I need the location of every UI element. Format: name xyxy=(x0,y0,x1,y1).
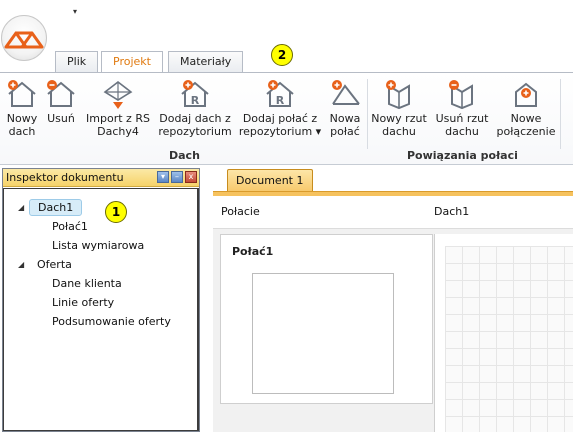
tree-node-polac1[interactable]: Połać1 xyxy=(52,220,88,233)
delete-roof-label: Usuń xyxy=(47,112,75,125)
new-slope-icon xyxy=(332,80,360,105)
document-tab[interactable]: Document 1 xyxy=(227,169,313,192)
drawing-canvas[interactable] xyxy=(434,234,573,432)
quick-access-dropdown[interactable]: ▾ xyxy=(73,7,77,16)
new-connection-button[interactable]: Nowe połączenie xyxy=(494,78,558,138)
tab-plik[interactable]: Plik xyxy=(55,51,99,73)
document-tree: ◢ Dach1 Połać1 Lista wymiarowa ◢ Oferta … xyxy=(3,188,199,431)
slope-preview[interactable] xyxy=(252,273,394,394)
inspector-title-bar: Inspektor dokumentu ▾ – x xyxy=(3,169,199,187)
new-roof-projection-label: Nowy rzut dachu xyxy=(371,112,427,138)
new-roof-label: Nowy dach xyxy=(6,112,38,138)
tree-node-linie-oferty[interactable]: Linie oferty xyxy=(52,296,114,309)
expand-dach1-icon[interactable]: ◢ xyxy=(18,203,24,212)
import-rs-button[interactable]: Import z RS Dachy4 xyxy=(82,78,154,138)
repository-roof-icon: R xyxy=(181,80,209,107)
house-remove-icon xyxy=(47,80,75,107)
svg-text:R: R xyxy=(276,94,285,107)
new-slope-button[interactable]: Nowa połać xyxy=(326,78,364,138)
new-projection-icon xyxy=(386,80,410,110)
inspector-dropdown-button[interactable]: ▾ xyxy=(157,171,169,183)
ribbon: Nowy dach Usuń Import z RS Dachy4 R Doda… xyxy=(0,72,573,165)
expand-oferta-icon[interactable]: ◢ xyxy=(18,260,24,269)
callout-1: 1 xyxy=(105,201,127,223)
add-slope-from-repository-label: Dodaj połać z repozytorium ▾ xyxy=(238,112,322,138)
tab-projekt[interactable]: Projekt xyxy=(101,51,163,74)
tree-node-dach1[interactable]: Dach1 xyxy=(29,199,83,216)
inspector-title: Inspektor dokumentu xyxy=(6,171,124,184)
add-slope-from-repository-button[interactable]: R Dodaj połać z repozytorium ▾ xyxy=(236,78,324,138)
new-connection-label: Nowe połączenie xyxy=(496,112,556,138)
delete-roof-button[interactable]: Usuń xyxy=(43,78,79,125)
tree-node-dane-klienta[interactable]: Dane klienta xyxy=(52,277,122,290)
ribbon-group-powiazania: Powiązania połaci xyxy=(407,149,518,162)
slopes-label: Połacie xyxy=(221,205,260,218)
slope-panel[interactable]: Połać1 xyxy=(220,234,433,404)
import-icon xyxy=(103,80,133,109)
slope-panel-title: Połać1 xyxy=(232,245,274,258)
new-connection-icon xyxy=(515,82,537,107)
tree-node-podsumowanie-oferty[interactable]: Podsumowanie oferty xyxy=(52,315,171,328)
delete-roof-projection-label: Usuń rzut dachu xyxy=(435,112,489,138)
tab-materialy[interactable]: Materiały xyxy=(168,51,244,73)
remove-projection-icon xyxy=(449,80,473,110)
add-roof-from-repository-label: Dodaj dach z repozytorium xyxy=(158,112,232,138)
svg-text:R: R xyxy=(191,94,200,107)
tree-node-lista-wymiarowa[interactable]: Lista wymiarowa xyxy=(52,239,144,252)
document-area: Połacie Dach1 Połać1 xyxy=(213,196,573,432)
inspector-minimize-button[interactable]: – xyxy=(171,171,183,183)
repository-slope-icon: R xyxy=(266,80,294,107)
application-menu-button[interactable] xyxy=(1,15,47,61)
house-add-icon xyxy=(8,80,36,107)
inspector-close-button[interactable]: x xyxy=(185,171,197,183)
canvas-grid xyxy=(445,246,573,432)
document-inspector: Inspektor dokumentu ▾ – x ◢ Dach1 Połać1… xyxy=(2,168,200,432)
roof-name-label: Dach1 xyxy=(434,205,470,218)
add-roof-from-repository-button[interactable]: R Dodaj dach z repozytorium xyxy=(157,78,233,138)
import-rs-label: Import z RS Dachy4 xyxy=(86,112,150,138)
ribbon-group-separator xyxy=(560,79,561,149)
delete-roof-projection-button[interactable]: Usuń rzut dachu xyxy=(432,78,492,138)
document-header: Połacie Dach1 xyxy=(213,196,573,229)
tree-node-oferta[interactable]: Oferta xyxy=(37,258,72,271)
new-roof-projection-button[interactable]: Nowy rzut dachu xyxy=(369,78,429,138)
ribbon-group-separator xyxy=(367,79,368,149)
callout-2: 2 xyxy=(271,44,293,66)
new-roof-button[interactable]: Nowy dach xyxy=(3,78,41,138)
ribbon-group-dach: Dach xyxy=(169,149,200,162)
roof-logo-icon xyxy=(4,31,44,49)
new-slope-label: Nowa połać xyxy=(329,112,361,138)
